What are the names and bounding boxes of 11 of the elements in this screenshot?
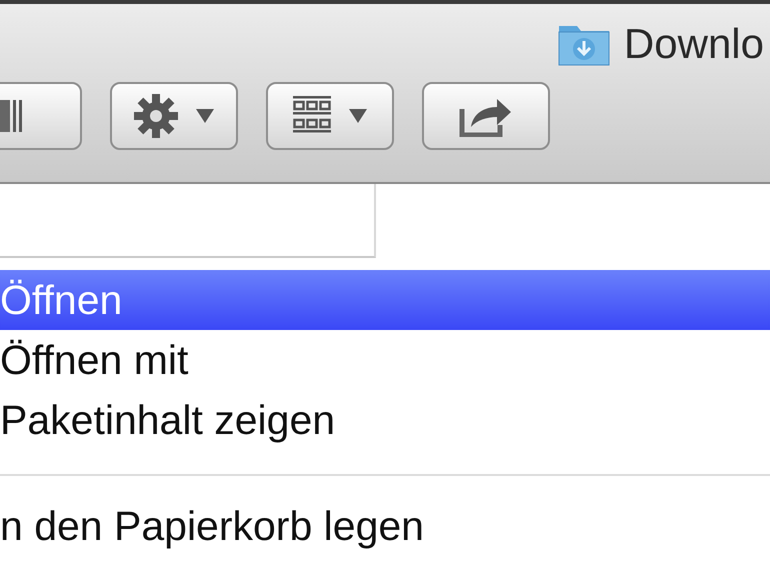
menu-item[interactable]: Paketinhalt zeigen	[0, 390, 770, 450]
arrange-button[interactable]	[266, 82, 394, 150]
caret-icon	[196, 109, 214, 123]
menu-item[interactable]: Öffnen mit	[0, 330, 770, 390]
gear-icon	[134, 94, 178, 138]
action-button[interactable]	[110, 82, 238, 150]
menu-item[interactable]: Öffnen	[0, 270, 770, 330]
window-title: Downlo	[624, 20, 764, 68]
share-button[interactable]	[422, 82, 550, 150]
menu-item[interactable]: n den Papierkorb legen	[0, 496, 770, 556]
caret-icon	[349, 109, 367, 123]
